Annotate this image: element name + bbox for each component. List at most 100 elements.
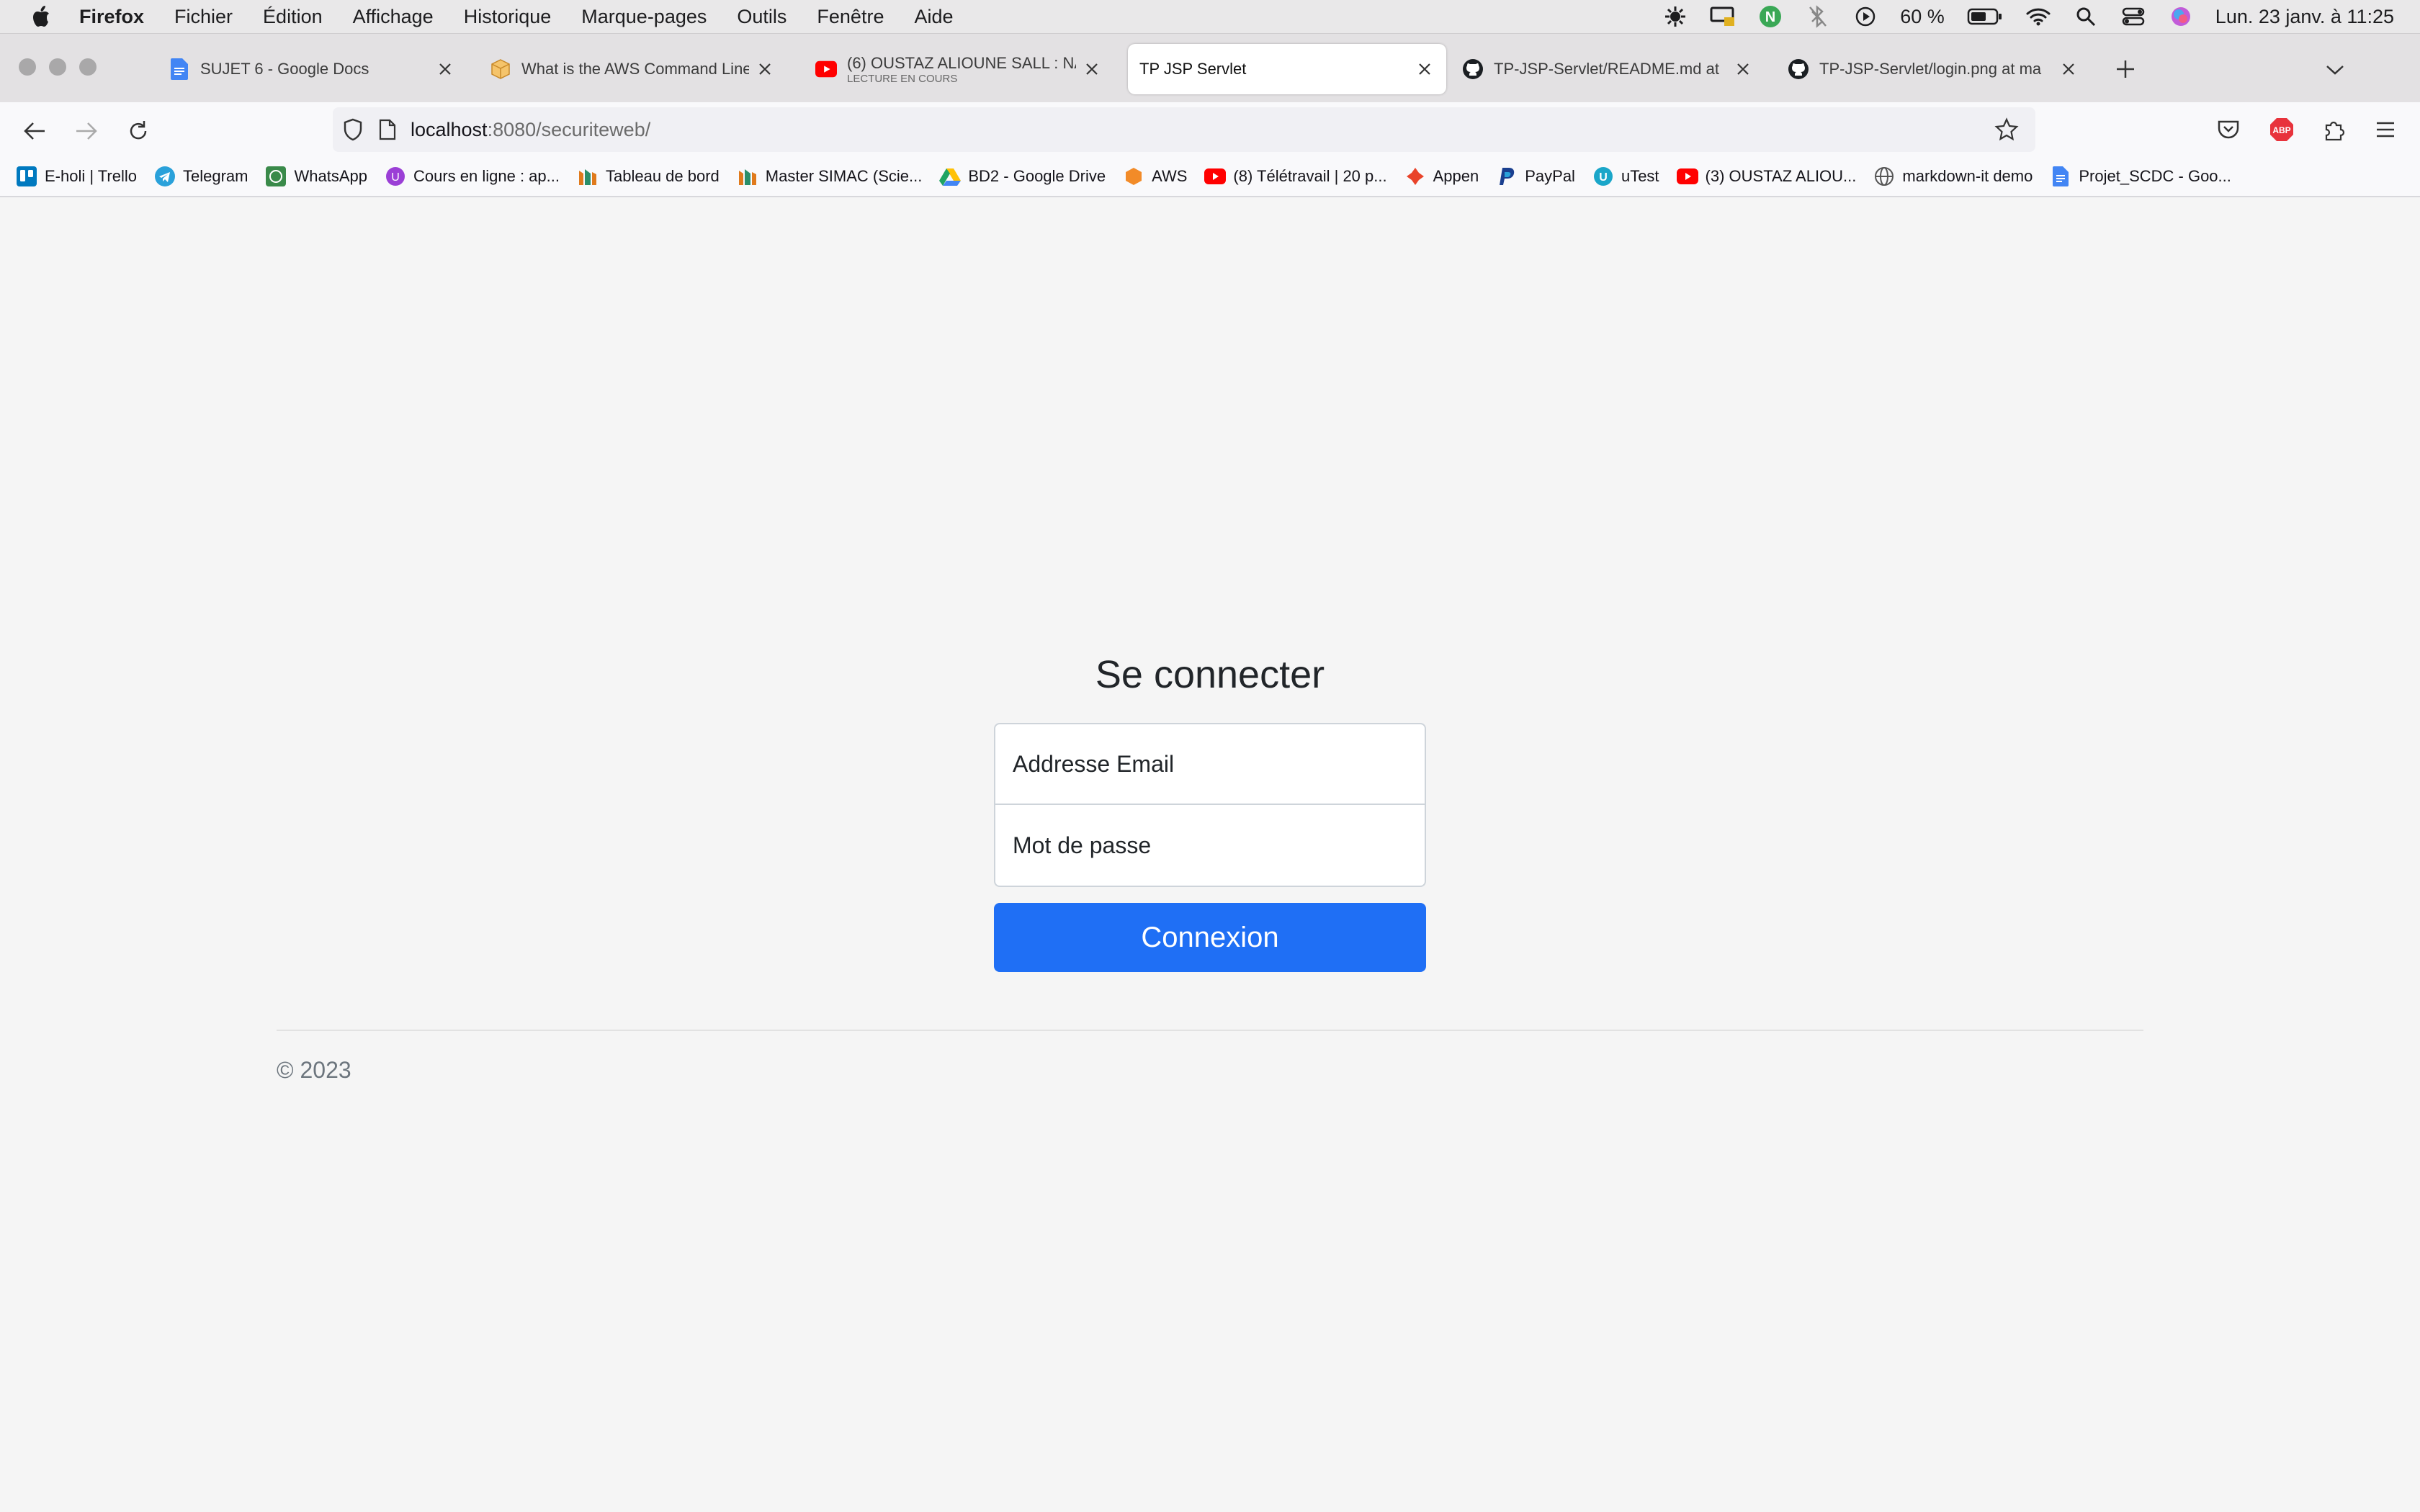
list-all-tabs-chevron-icon[interactable]: [2321, 55, 2349, 84]
reload-icon[interactable]: [122, 115, 154, 147]
footer-divider: [277, 1030, 2143, 1031]
bookmark-label: Master SIMAC (Scie...: [765, 167, 923, 185]
tab-github-login-png[interactable]: TP-JSP-Servlet/login.png at ma: [1776, 44, 2090, 94]
bookmark-label: AWS: [1152, 167, 1188, 185]
paypal-icon: [1496, 166, 1518, 187]
svg-text:ABP: ABP: [2272, 125, 2290, 135]
tab-title: SUJET 6 - Google Docs: [200, 60, 369, 78]
bluetooth-off-icon[interactable]: [1805, 4, 1831, 30]
bookmark-item[interactable]: markdown-it demo: [1873, 166, 2033, 187]
bookmark-label: uTest: [1621, 167, 1659, 185]
menu-fenetre[interactable]: Fenêtre: [817, 6, 884, 28]
tab-youtube-oustaz[interactable]: (6) OUSTAZ ALIOUNE SALL : NA LECTURE EN …: [804, 44, 1113, 94]
svg-text:U: U: [1599, 171, 1608, 184]
back-arrow-icon[interactable]: [19, 115, 50, 147]
tab-aws-cli[interactable]: What is the AWS Command Line: [478, 44, 786, 94]
gear-sun-icon[interactable]: [1662, 4, 1688, 30]
wifi-icon[interactable]: [2025, 4, 2051, 30]
close-tab-icon[interactable]: [1082, 59, 1102, 79]
svg-text:N: N: [1765, 9, 1775, 25]
close-tab-icon[interactable]: [755, 59, 775, 79]
tab-github-readme[interactable]: TP-JSP-Servlet/README.md at: [1451, 44, 1765, 94]
email-input[interactable]: Addresse Email: [994, 723, 1426, 805]
github-icon: [1462, 58, 1484, 80]
menu-historique[interactable]: Historique: [464, 6, 552, 28]
aws-icon: [1123, 166, 1144, 187]
menu-outils[interactable]: Outils: [737, 6, 786, 28]
bookmark-item[interactable]: UuTest: [1592, 166, 1659, 187]
pocket-icon[interactable]: [2213, 114, 2244, 145]
display-icon[interactable]: [1710, 4, 1736, 30]
control-center-icon[interactable]: [2120, 4, 2146, 30]
login-form: Se connecter Addresse Email Mot de passe…: [994, 652, 1426, 972]
bookmark-item[interactable]: Tableau de bord: [577, 166, 720, 187]
extensions-puzzle-icon[interactable]: [2318, 114, 2349, 145]
bookmark-star-icon[interactable]: [1992, 115, 2021, 144]
window-controls: [19, 58, 97, 76]
play-icon[interactable]: [1852, 4, 1878, 30]
apple-logo-icon[interactable]: [26, 2, 55, 31]
siri-icon[interactable]: [2168, 4, 2194, 30]
hamburger-menu-icon[interactable]: [2370, 114, 2401, 145]
close-tab-icon[interactable]: [1733, 59, 1753, 79]
github-icon: [1788, 58, 1809, 80]
appen-icon: [1404, 166, 1426, 187]
password-placeholder: Mot de passe: [1013, 832, 1152, 858]
menu-edition[interactable]: Édition: [263, 6, 323, 28]
tab-sujet-6[interactable]: SUJET 6 - Google Docs: [157, 44, 467, 94]
close-tab-icon[interactable]: [435, 59, 455, 79]
minimize-window-button[interactable]: [49, 58, 66, 76]
menu-fichier[interactable]: Fichier: [174, 6, 233, 28]
bookmark-item[interactable]: WhatsApp: [265, 166, 367, 187]
moodle-icon: [577, 166, 599, 187]
bookmark-item[interactable]: U Cours en ligne : ap...: [385, 166, 560, 187]
address-bar[interactable]: localhost:8080/securiteweb/: [333, 107, 2035, 152]
close-tab-icon[interactable]: [2058, 59, 2079, 79]
bookmark-label: Telegram: [182, 167, 248, 185]
page-info-icon[interactable]: [373, 115, 402, 144]
url-text[interactable]: localhost:8080/securiteweb/: [411, 119, 650, 141]
tab-tp-jsp-servlet-active[interactable]: TP JSP Servlet: [1128, 44, 1446, 94]
menu-app-name[interactable]: Firefox: [79, 6, 144, 28]
password-input[interactable]: Mot de passe: [994, 805, 1426, 887]
forward-arrow-icon[interactable]: [71, 115, 102, 147]
bookmark-label: E-holi | Trello: [45, 167, 137, 185]
bookmark-item[interactable]: Appen: [1404, 166, 1479, 187]
maximize-window-button[interactable]: [79, 58, 97, 76]
footer-copyright: © 2023: [277, 1057, 351, 1083]
bookmark-label: PayPal: [1525, 167, 1575, 185]
adblock-plus-icon[interactable]: ABP: [2266, 114, 2298, 145]
whatsapp-icon: [265, 166, 287, 187]
bookmark-item[interactable]: BD2 - Google Drive: [939, 166, 1106, 187]
close-window-button[interactable]: [19, 58, 36, 76]
bookmark-label: (3) OUSTAZ ALIOU...: [1705, 167, 1857, 185]
url-path: :8080/securiteweb/: [487, 118, 651, 140]
email-placeholder: Addresse Email: [1013, 750, 1175, 777]
notion-n-icon[interactable]: N: [1757, 4, 1783, 30]
close-tab-icon[interactable]: [1415, 59, 1435, 79]
bookmark-item[interactable]: PayPal: [1496, 166, 1575, 187]
shield-tracking-icon[interactable]: [339, 115, 367, 144]
bookmark-item[interactable]: (3) OUSTAZ ALIOU...: [1676, 166, 1857, 187]
menu-aide[interactable]: Aide: [914, 6, 953, 28]
new-tab-plus-icon[interactable]: [2110, 54, 2141, 84]
battery-icon[interactable]: [1966, 4, 2004, 30]
bookmark-item[interactable]: (8) Télétravail | 20 p...: [1204, 166, 1387, 187]
login-title: Se connecter: [1095, 653, 1325, 696]
youtube-icon: [815, 58, 837, 80]
connexion-button[interactable]: Connexion: [994, 903, 1426, 972]
tab-title: TP-JSP-Servlet/login.png at ma: [1819, 60, 2042, 78]
bookmark-item[interactable]: Projet_SCDC - Goo...: [2050, 166, 2231, 187]
menu-affichage[interactable]: Affichage: [353, 6, 434, 28]
bookmark-item[interactable]: AWS: [1123, 166, 1187, 187]
clock[interactable]: Lun. 23 janv. à 11:25: [2215, 6, 2394, 28]
bookmark-item[interactable]: Master SIMAC (Scie...: [737, 166, 923, 187]
bookmark-item[interactable]: E-holi | Trello: [16, 166, 137, 187]
status-area: N 60 % Lun. 23 janv. à 11:25: [1662, 0, 2394, 33]
svg-text:U: U: [391, 171, 400, 184]
spotlight-search-icon[interactable]: [2073, 4, 2099, 30]
telegram-icon: [154, 166, 176, 187]
menu-marque-pages[interactable]: Marque-pages: [581, 6, 707, 28]
bookmark-item[interactable]: Telegram: [154, 166, 248, 187]
web-page-content: Se connecter Addresse Email Mot de passe…: [0, 199, 2420, 1512]
